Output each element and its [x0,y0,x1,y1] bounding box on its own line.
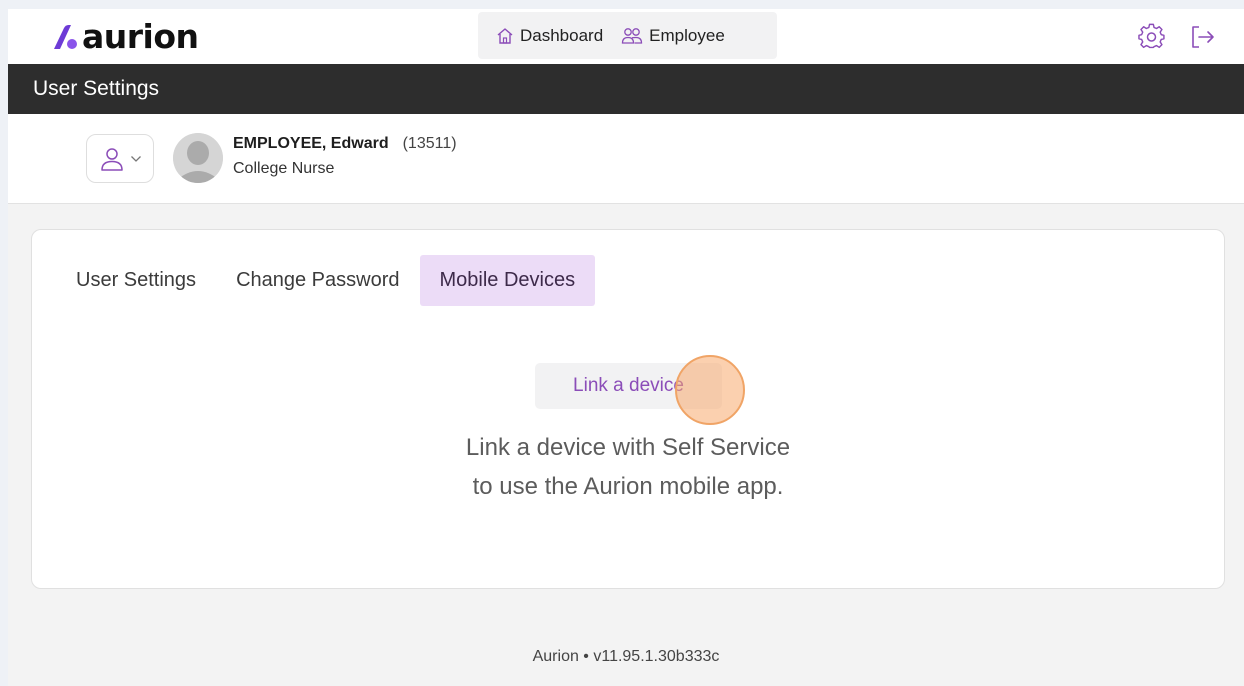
tab-mobile-devices[interactable]: Mobile Devices [419,255,596,306]
header-actions [1138,23,1216,51]
employee-selector-dropdown[interactable] [86,134,154,183]
users-icon [622,27,643,44]
logo-wordmark: aurion [82,17,199,56]
description-line-2: to use the Aurion mobile app. [472,473,784,500]
nav-dashboard-label: Dashboard [520,25,604,45]
link-device-button[interactable]: Link a device [535,363,722,409]
logout-icon[interactable] [1188,23,1216,51]
description-line-1: Link a device with Self Service [465,434,791,461]
tab-change-password[interactable]: Change Password [216,255,419,306]
avatar-placeholder-icon [173,133,223,183]
employee-name: EMPLOYEE, Edward [233,135,389,152]
home-icon [497,27,513,44]
aurion-logo-mark-icon [54,25,77,49]
nav-dashboard[interactable]: Dashboard [496,26,603,46]
employee-role: College Nurse [233,160,335,177]
page-title-bar: User Settings [8,64,1244,114]
mobile-devices-description: Link a device with Self Service to use t… [32,428,1224,506]
window-frame-top [0,0,1244,9]
settings-card: User Settings Change Password Mobile Dev… [31,229,1225,589]
gear-icon[interactable] [1138,23,1166,51]
nav-employee[interactable]: Employee [621,26,725,46]
chevron-down-icon [130,155,141,162]
main-nav: Dashboard Employee [478,12,777,59]
nav-employee-label: Employee [649,25,725,45]
avatar [173,133,223,183]
version-footer: Aurion • v11.95.1.30b333c [532,648,720,665]
user-icon [100,147,123,171]
employee-context-bar: EMPLOYEE, Edward (13511) College Nurse [8,114,1244,204]
page-title: User Settings [33,77,160,100]
aurion-logo[interactable]: aurion [52,20,199,54]
employee-id: (13511) [402,135,457,152]
settings-tabs: User Settings Change Password Mobile Dev… [56,255,596,306]
window-frame-left [0,0,8,686]
top-navigation-bar: aurion Dashboard Employee [8,9,1244,64]
tab-user-settings[interactable]: User Settings [56,255,216,306]
employee-name-line: EMPLOYEE, Edward (13511) [233,135,457,153]
